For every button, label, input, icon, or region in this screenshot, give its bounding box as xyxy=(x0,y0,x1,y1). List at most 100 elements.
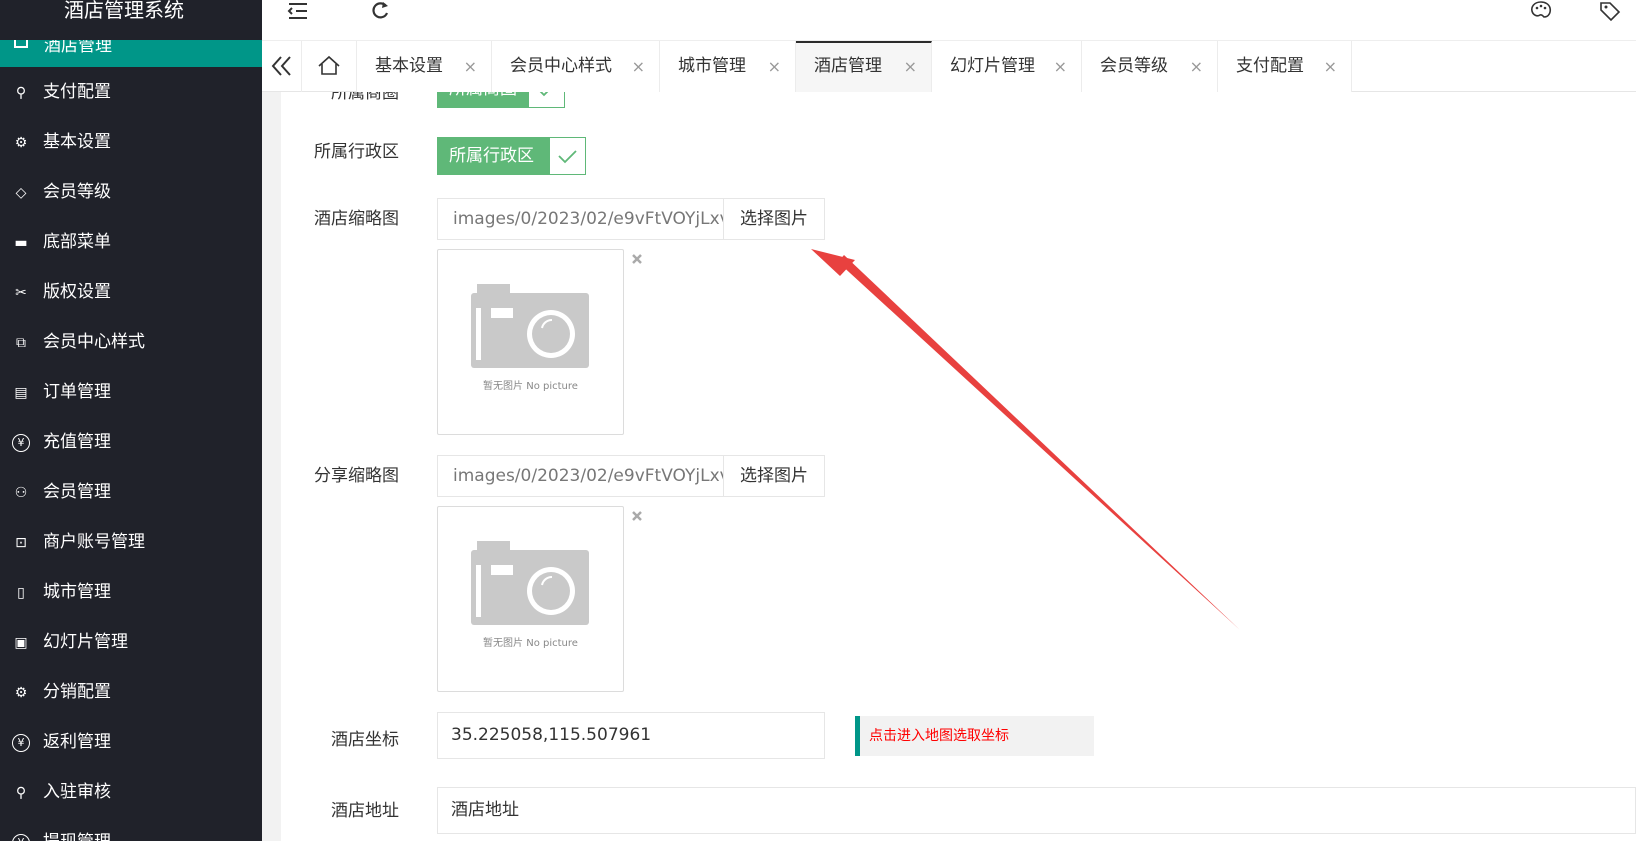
tab-label: 会员等级 xyxy=(1100,56,1168,76)
sidebar-item[interactable]: ▯ 城市管理 xyxy=(0,567,262,617)
sidebar-item[interactable]: ⚙ 分销配置 xyxy=(0,667,262,717)
sidebar-item-label: 城市管理 xyxy=(43,582,111,602)
business-district-select[interactable]: 所属商圈 xyxy=(437,92,529,108)
tab-close-icon[interactable]: × xyxy=(1054,41,1067,92)
user-icon: ⚇ xyxy=(14,485,28,501)
sidebar-item[interactable]: ¥ 返利管理 xyxy=(0,717,262,767)
share-thumb-input[interactable]: images/0/2023/02/e9vFtVOYjLxvJUe xyxy=(437,455,724,497)
tab-close-icon[interactable]: × xyxy=(1324,41,1337,92)
sidebar-item[interactable]: ▤ 订单管理 xyxy=(0,367,262,417)
lock-icon: ⊡ xyxy=(15,535,27,551)
sidebar-item-label: 入驻审核 xyxy=(43,782,111,802)
tab-bar: 基本设置 × 会员中心样式 × 城市管理 × 酒店管理 × 幻灯片管理 × 会员等级 × 支付配置 × xyxy=(262,41,1636,92)
doc-icon: ▤ xyxy=(14,385,28,401)
share-thumb-preview: 暂无图片 No picture xyxy=(437,506,624,692)
tab-label: 城市管理 xyxy=(678,56,746,76)
tab-label: 会员中心样式 xyxy=(510,56,612,76)
address-input[interactable]: 酒店地址 xyxy=(437,787,1636,834)
sidebar-item-label: 充值管理 xyxy=(43,432,111,452)
bulb-icon: ⚲ xyxy=(15,85,27,101)
sidebar-item-label: 基本设置 xyxy=(43,132,111,152)
map-pick-coords-link[interactable]: 点击进入地图选取坐标 xyxy=(855,716,1094,756)
sidebar-item[interactable]: ⊡ 商户账号管理 xyxy=(0,517,262,567)
tab-item[interactable]: 幻灯片管理 × xyxy=(932,41,1082,92)
sidebar-item[interactable]: ⚲ 入驻审核 xyxy=(0,767,262,817)
sidebar-item-label: 幻灯片管理 xyxy=(43,632,128,652)
tab-close-icon[interactable]: × xyxy=(1190,41,1203,92)
admin-district-select[interactable]: 所属行政区 xyxy=(437,137,550,175)
sidebar-item-label: 会员中心样式 xyxy=(43,332,145,352)
tab-close-icon[interactable]: × xyxy=(632,41,645,92)
yen-icon: ¥ xyxy=(12,434,30,452)
sidebar-item-label: 商户账号管理 xyxy=(43,532,145,552)
sidebar-item[interactable]: ✂ 版权设置 xyxy=(0,267,262,317)
tab-home[interactable] xyxy=(302,41,357,92)
business-district-label: 所属商圈 xyxy=(331,92,399,103)
sidebar-item-label: 版权设置 xyxy=(43,282,111,302)
address-label: 酒店地址 xyxy=(331,801,399,821)
yen-icon: ¥ xyxy=(12,734,30,752)
hotel-thumb-label: 酒店缩略图 xyxy=(314,209,399,229)
gear-icon: ⚙ xyxy=(14,135,28,151)
tab-close-icon[interactable]: × xyxy=(464,41,477,92)
sidebar-item-label: 提现管理 xyxy=(43,817,111,841)
tab-label: 酒店管理 xyxy=(814,56,882,76)
yen-icon: ¥ xyxy=(12,834,30,841)
no-picture-text: 暂无图片 No picture xyxy=(483,638,578,649)
sidebar-item[interactable]: ⧉ 会员中心样式 xyxy=(0,317,262,367)
hotel-form-panel: 所属商圈 所属商圈 所属行政区 所属行政区 酒店缩略图 images/0/202… xyxy=(281,92,1636,841)
sidebar-item[interactable]: ▬ 底部菜单 xyxy=(0,217,262,267)
hotel-thumb-pick-button[interactable]: 选择图片 xyxy=(723,198,825,240)
sidebar-item[interactable]: ◇ 会员等级 xyxy=(0,167,262,217)
sidebar-item-label: 会员等级 xyxy=(43,182,111,202)
sidebar-item-hotel-management[interactable]: 酒店管理 xyxy=(0,40,262,67)
picture-icon: ▣ xyxy=(14,635,28,651)
close-icon xyxy=(632,254,642,264)
palette-icon[interactable] xyxy=(1529,0,1553,24)
share-thumb-label: 分享缩略图 xyxy=(314,466,399,486)
admin-district-check[interactable] xyxy=(549,137,586,175)
gear-icon: ⚙ xyxy=(14,685,28,701)
tab-label: 幻灯片管理 xyxy=(950,56,1035,76)
hotel-thumb-preview: 暂无图片 No picture xyxy=(437,249,624,435)
tag-icon[interactable] xyxy=(1598,0,1622,24)
refresh-icon[interactable] xyxy=(369,0,393,24)
sidebar-item[interactable]: ⚲ 支付配置 xyxy=(0,67,262,117)
home-icon xyxy=(14,40,28,48)
tabs-scroll-left-button[interactable] xyxy=(262,41,302,92)
menu-fold-icon[interactable] xyxy=(286,0,310,24)
check-icon xyxy=(558,150,577,164)
content-area: 所属商圈 所属商圈 所属行政区 所属行政区 酒店缩略图 images/0/202… xyxy=(262,92,1636,841)
share-thumb-pick-button[interactable]: 选择图片 xyxy=(723,455,825,497)
tab-item[interactable]: 基本设置 × xyxy=(357,41,492,92)
sidebar-item[interactable]: ▣ 幻灯片管理 xyxy=(0,617,262,667)
tools-icon: ✂ xyxy=(15,285,27,301)
coords-input[interactable]: 35.225058,115.507961 xyxy=(437,712,825,759)
tab-item[interactable]: 酒店管理 × xyxy=(796,41,932,92)
sidebar-item-label: 底部菜单 xyxy=(43,232,111,252)
sidebar-menu: ⚲ 支付配置 ⚙ 基本设置 ◇ 会员等级 ▬ 底部菜单 ✂ 版权设置 ⧉ 会员中心样式 ▤ 订单管理 ¥ 充值… xyxy=(0,67,262,841)
sidebar: 酒店管理系统 酒店管理 ⚲ 支付配置 ⚙ 基本设置 ◇ 会员等级 ▬ 底部菜单 ✂ 版权设置 ⧉ 会员… xyxy=(0,0,262,841)
share-thumb-remove-button[interactable] xyxy=(630,509,644,523)
close-icon xyxy=(632,511,642,521)
layers-icon: ⧉ xyxy=(16,335,26,351)
tab-item[interactable]: 会员等级 × xyxy=(1082,41,1218,92)
diamond-icon: ◇ xyxy=(15,185,27,201)
sidebar-item-label: 酒店管理 xyxy=(44,40,112,56)
top-header xyxy=(262,0,1636,41)
business-district-check[interactable] xyxy=(528,92,565,108)
sidebar-item[interactable]: ¥ 提现管理 xyxy=(0,817,262,841)
sidebar-item[interactable]: ⚙ 基本设置 xyxy=(0,117,262,167)
app-logo-title: 酒店管理系统 xyxy=(0,0,262,40)
sidebar-item[interactable]: ⚇ 会员管理 xyxy=(0,467,262,517)
hotel-thumb-remove-button[interactable] xyxy=(630,252,644,266)
hotel-thumb-input[interactable]: images/0/2023/02/e9vFtVOYjLxvJUe xyxy=(437,198,724,240)
coords-label: 酒店坐标 xyxy=(331,730,399,750)
sidebar-item[interactable]: ¥ 充值管理 xyxy=(0,417,262,467)
tab-item[interactable]: 支付配置 × xyxy=(1218,41,1352,92)
sidebar-item-label: 会员管理 xyxy=(43,482,111,502)
tab-item[interactable]: 会员中心样式 × xyxy=(492,41,660,92)
tab-item[interactable]: 城市管理 × xyxy=(660,41,796,92)
tab-close-icon[interactable]: × xyxy=(768,41,781,92)
tab-close-icon[interactable]: × xyxy=(904,41,917,92)
